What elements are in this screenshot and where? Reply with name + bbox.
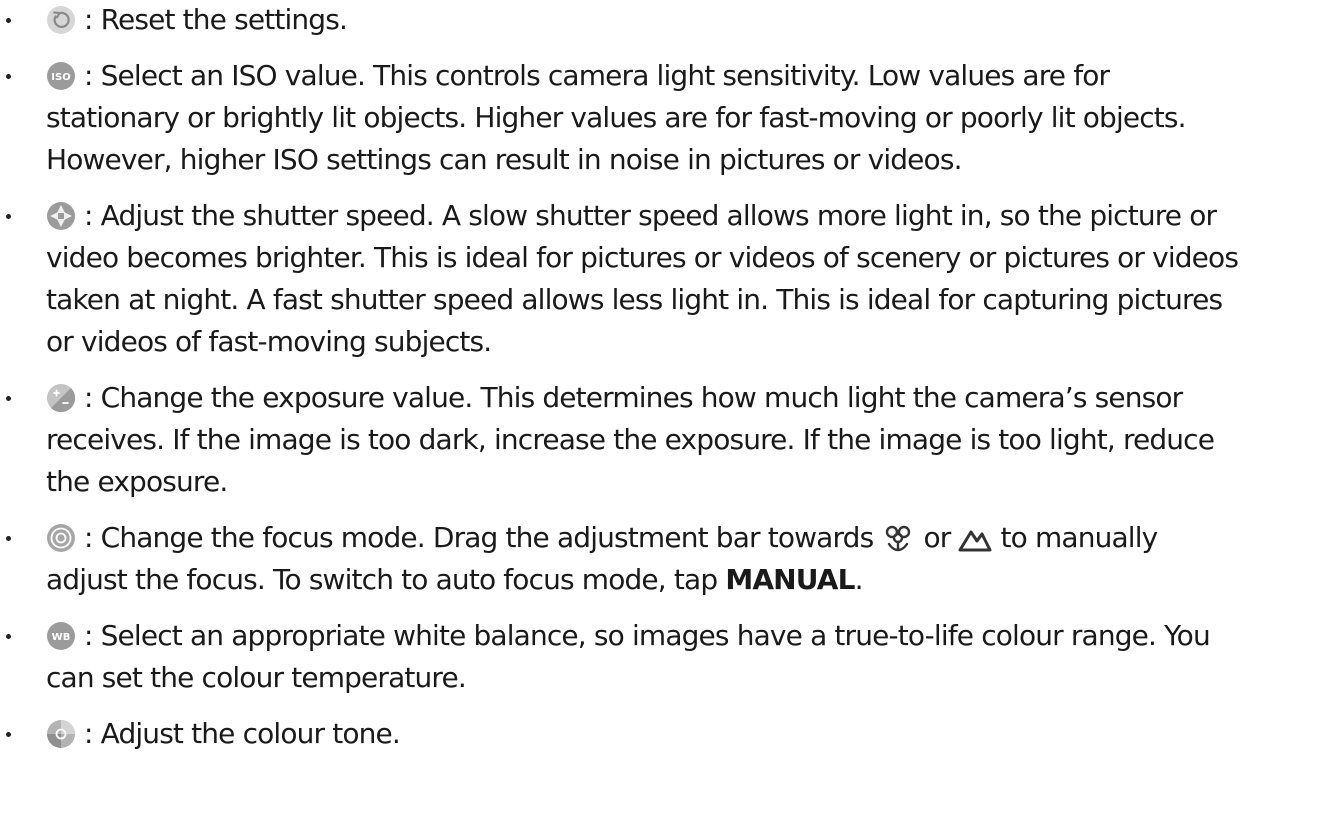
bullet	[6, 74, 11, 79]
bullet	[6, 214, 11, 219]
bullet	[6, 396, 11, 401]
bullet	[6, 732, 11, 737]
iso-icon-label: ISO	[51, 72, 70, 83]
bullet	[6, 18, 11, 23]
item-text-line: or videos of fast-moving subjects.	[46, 325, 492, 358]
item-text-line: : Adjust the shutter speed. A slow shutt…	[84, 199, 1217, 232]
item-text-line: can set the colour temperature.	[46, 661, 467, 694]
white-balance-icon: WB	[46, 621, 76, 651]
manual-keyword: MANUAL	[725, 563, 855, 596]
item-text-line: video becomes brighter. This is ideal fo…	[46, 241, 1239, 274]
shutter-speed-icon	[46, 201, 76, 231]
focus-text-or: or	[923, 521, 951, 554]
item-text-line: taken at night. A fast shutter speed all…	[46, 283, 1223, 316]
focus-text-part3: to manually	[1000, 521, 1159, 554]
item-text-line: : Reset the settings.	[84, 3, 348, 36]
bullet	[6, 634, 11, 639]
iso-icon: ISO	[46, 61, 76, 91]
item-text-line: : Change the focus mode. Drag the adjust…	[84, 518, 1159, 558]
item-text-line: receives. If the image is too dark, incr…	[46, 423, 1215, 456]
item-text-line: : Adjust the colour tone.	[84, 717, 401, 750]
item-text-line: adjust the focus. To switch to auto focu…	[46, 560, 864, 600]
item-text-line: : Select an ISO value. This controls cam…	[84, 59, 1110, 92]
reset-icon	[46, 5, 76, 35]
macro-flower-icon	[881, 523, 915, 553]
colour-tone-icon	[46, 719, 76, 749]
wb-icon-label: WB	[52, 632, 71, 643]
focus-text-period: .	[854, 563, 864, 596]
item-text-line: : Select an appropriate white balance, s…	[84, 619, 1211, 652]
mountain-icon	[958, 523, 992, 553]
item-text-line: stationary or brightly lit objects. High…	[46, 101, 1187, 134]
exposure-icon	[46, 383, 76, 413]
bullet	[6, 536, 11, 541]
focus-text-line2: adjust the focus. To switch to auto focu…	[46, 563, 718, 596]
item-text-line: : Change the exposure value. This determ…	[84, 381, 1183, 414]
focus-text-part1: : Change the focus mode. Drag the adjust…	[84, 521, 874, 554]
item-text-line: However, higher ISO settings can result …	[46, 143, 962, 176]
item-text-line: the exposure.	[46, 465, 228, 498]
focus-icon	[46, 523, 76, 553]
